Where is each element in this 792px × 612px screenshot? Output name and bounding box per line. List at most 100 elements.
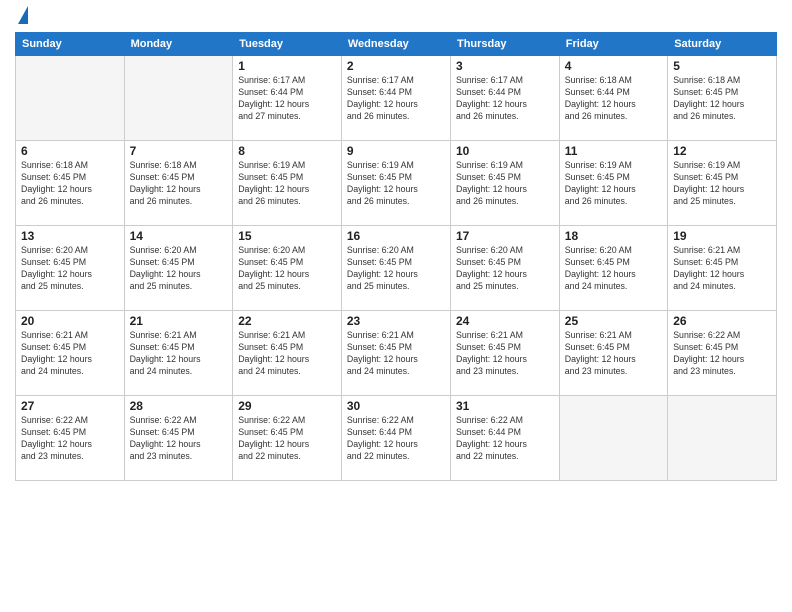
day-detail: Sunrise: 6:21 AMSunset: 6:45 PMDaylight:… — [130, 330, 228, 378]
day-number: 1 — [238, 59, 336, 73]
day-number: 24 — [456, 314, 554, 328]
day-detail: Sunrise: 6:20 AMSunset: 6:45 PMDaylight:… — [347, 245, 445, 293]
calendar-cell: 2 Sunrise: 6:17 AMSunset: 6:44 PMDaylight… — [341, 56, 450, 141]
day-detail: Sunrise: 6:21 AMSunset: 6:45 PMDaylight:… — [565, 330, 662, 378]
calendar-cell: 20 Sunrise: 6:21 AMSunset: 6:45 PMDayligh… — [16, 311, 125, 396]
col-header-thursday: Thursday — [450, 33, 559, 56]
calendar-cell: 21 Sunrise: 6:21 AMSunset: 6:45 PMDayligh… — [124, 311, 233, 396]
calendar-cell — [124, 56, 233, 141]
col-header-saturday: Saturday — [668, 33, 777, 56]
calendar-table: SundayMondayTuesdayWednesdayThursdayFrid… — [15, 32, 777, 481]
day-detail: Sunrise: 6:18 AMSunset: 6:45 PMDaylight:… — [673, 75, 771, 123]
calendar-cell: 30 Sunrise: 6:22 AMSunset: 6:44 PMDayligh… — [341, 396, 450, 481]
calendar-cell: 15 Sunrise: 6:20 AMSunset: 6:45 PMDayligh… — [233, 226, 342, 311]
col-header-friday: Friday — [559, 33, 667, 56]
calendar-cell: 5 Sunrise: 6:18 AMSunset: 6:45 PMDaylight… — [668, 56, 777, 141]
day-detail: Sunrise: 6:22 AMSunset: 6:45 PMDaylight:… — [673, 330, 771, 378]
day-detail: Sunrise: 6:22 AMSunset: 6:45 PMDaylight:… — [238, 415, 336, 463]
day-detail: Sunrise: 6:19 AMSunset: 6:45 PMDaylight:… — [673, 160, 771, 208]
calendar-cell — [16, 56, 125, 141]
col-header-monday: Monday — [124, 33, 233, 56]
calendar-cell: 9Sunrise: 6:19 AMSunset: 6:45 PMDaylight… — [341, 141, 450, 226]
calendar-week-3: 20 Sunrise: 6:21 AMSunset: 6:45 PMDayligh… — [16, 311, 777, 396]
calendar-cell: 11Sunrise: 6:19 AMSunset: 6:45 PMDayligh… — [559, 141, 667, 226]
calendar-week-4: 27 Sunrise: 6:22 AMSunset: 6:45 PMDayligh… — [16, 396, 777, 481]
day-number: 29 — [238, 399, 336, 413]
day-detail: Sunrise: 6:19 AMSunset: 6:45 PMDaylight:… — [347, 160, 445, 208]
day-number: 7 — [130, 144, 228, 158]
day-number: 21 — [130, 314, 228, 328]
day-number: 20 — [21, 314, 119, 328]
calendar-cell: 6Sunrise: 6:18 AMSunset: 6:45 PMDaylight… — [16, 141, 125, 226]
day-number: 12 — [673, 144, 771, 158]
calendar-cell: 29 Sunrise: 6:22 AMSunset: 6:45 PMDayligh… — [233, 396, 342, 481]
calendar-cell: 3 Sunrise: 6:17 AMSunset: 6:44 PMDaylight… — [450, 56, 559, 141]
day-detail: Sunrise: 6:19 AMSunset: 6:45 PMDaylight:… — [456, 160, 554, 208]
day-number: 17 — [456, 229, 554, 243]
calendar-cell: 10Sunrise: 6:19 AMSunset: 6:45 PMDayligh… — [450, 141, 559, 226]
day-detail: Sunrise: 6:20 AMSunset: 6:45 PMDaylight:… — [456, 245, 554, 293]
day-detail: Sunrise: 6:17 AMSunset: 6:44 PMDaylight:… — [347, 75, 445, 123]
calendar-cell: 18 Sunrise: 6:20 AMSunset: 6:45 PMDayligh… — [559, 226, 667, 311]
day-number: 14 — [130, 229, 228, 243]
calendar-cell: 19 Sunrise: 6:21 AMSunset: 6:45 PMDayligh… — [668, 226, 777, 311]
day-detail: Sunrise: 6:18 AMSunset: 6:44 PMDaylight:… — [565, 75, 662, 123]
calendar-cell: 12 Sunrise: 6:19 AMSunset: 6:45 PMDayligh… — [668, 141, 777, 226]
day-number: 22 — [238, 314, 336, 328]
calendar-week-2: 13Sunrise: 6:20 AMSunset: 6:45 PMDayligh… — [16, 226, 777, 311]
calendar-cell — [668, 396, 777, 481]
day-number: 28 — [130, 399, 228, 413]
day-detail: Sunrise: 6:20 AMSunset: 6:45 PMDaylight:… — [565, 245, 662, 293]
calendar-cell: 17 Sunrise: 6:20 AMSunset: 6:45 PMDayligh… — [450, 226, 559, 311]
day-detail: Sunrise: 6:21 AMSunset: 6:45 PMDaylight:… — [673, 245, 771, 293]
day-number: 30 — [347, 399, 445, 413]
day-number: 31 — [456, 399, 554, 413]
day-detail: Sunrise: 6:17 AMSunset: 6:44 PMDaylight:… — [238, 75, 336, 123]
calendar-cell: 31 Sunrise: 6:22 AMSunset: 6:44 PMDayligh… — [450, 396, 559, 481]
col-header-tuesday: Tuesday — [233, 33, 342, 56]
day-detail: Sunrise: 6:21 AMSunset: 6:45 PMDaylight:… — [456, 330, 554, 378]
calendar-cell: 4 Sunrise: 6:18 AMSunset: 6:44 PMDaylight… — [559, 56, 667, 141]
calendar-cell — [559, 396, 667, 481]
day-number: 3 — [456, 59, 554, 73]
day-detail: Sunrise: 6:20 AMSunset: 6:45 PMDaylight:… — [238, 245, 336, 293]
day-detail: Sunrise: 6:22 AMSunset: 6:44 PMDaylight:… — [456, 415, 554, 463]
logo — [15, 10, 28, 24]
day-detail: Sunrise: 6:22 AMSunset: 6:44 PMDaylight:… — [347, 415, 445, 463]
calendar-week-0: 1 Sunrise: 6:17 AMSunset: 6:44 PMDaylight… — [16, 56, 777, 141]
day-number: 18 — [565, 229, 662, 243]
day-number: 2 — [347, 59, 445, 73]
calendar-cell: 24 Sunrise: 6:21 AMSunset: 6:45 PMDayligh… — [450, 311, 559, 396]
day-number: 8 — [238, 144, 336, 158]
day-detail: Sunrise: 6:22 AMSunset: 6:45 PMDaylight:… — [130, 415, 228, 463]
day-number: 4 — [565, 59, 662, 73]
calendar-cell: 22 Sunrise: 6:21 AMSunset: 6:45 PMDayligh… — [233, 311, 342, 396]
day-number: 26 — [673, 314, 771, 328]
header — [15, 10, 777, 24]
calendar-header-row: SundayMondayTuesdayWednesdayThursdayFrid… — [16, 33, 777, 56]
day-number: 6 — [21, 144, 119, 158]
calendar-cell: 16 Sunrise: 6:20 AMSunset: 6:45 PMDayligh… — [341, 226, 450, 311]
day-number: 19 — [673, 229, 771, 243]
calendar-cell: 7Sunrise: 6:18 AMSunset: 6:45 PMDaylight… — [124, 141, 233, 226]
calendar-cell: 14 Sunrise: 6:20 AMSunset: 6:45 PMDayligh… — [124, 226, 233, 311]
col-header-wednesday: Wednesday — [341, 33, 450, 56]
logo-triangle-icon — [18, 6, 28, 24]
day-detail: Sunrise: 6:21 AMSunset: 6:45 PMDaylight:… — [347, 330, 445, 378]
calendar-cell: 13Sunrise: 6:20 AMSunset: 6:45 PMDayligh… — [16, 226, 125, 311]
col-header-sunday: Sunday — [16, 33, 125, 56]
day-detail: Sunrise: 6:20 AMSunset: 6:45 PMDaylight:… — [130, 245, 228, 293]
day-number: 25 — [565, 314, 662, 328]
calendar-cell: 1 Sunrise: 6:17 AMSunset: 6:44 PMDaylight… — [233, 56, 342, 141]
day-detail: Sunrise: 6:19 AMSunset: 6:45 PMDaylight:… — [238, 160, 336, 208]
day-number: 27 — [21, 399, 119, 413]
day-number: 16 — [347, 229, 445, 243]
day-detail: Sunrise: 6:21 AMSunset: 6:45 PMDaylight:… — [238, 330, 336, 378]
calendar-week-1: 6Sunrise: 6:18 AMSunset: 6:45 PMDaylight… — [16, 141, 777, 226]
day-number: 5 — [673, 59, 771, 73]
day-number: 15 — [238, 229, 336, 243]
day-detail: Sunrise: 6:22 AMSunset: 6:45 PMDaylight:… — [21, 415, 119, 463]
day-detail: Sunrise: 6:21 AMSunset: 6:45 PMDaylight:… — [21, 330, 119, 378]
day-detail: Sunrise: 6:17 AMSunset: 6:44 PMDaylight:… — [456, 75, 554, 123]
day-number: 23 — [347, 314, 445, 328]
